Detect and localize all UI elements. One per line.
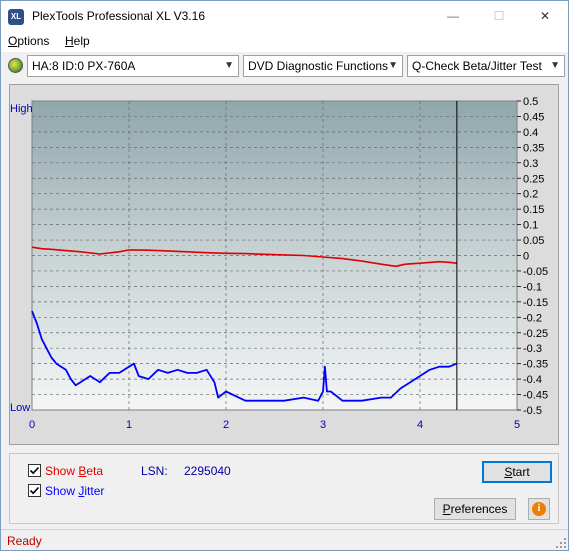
menu-options-label: ptions: [17, 34, 50, 48]
y-tick-label: -0.1: [523, 281, 542, 293]
toolbar: HA:8 ID:0 PX-760A ▼ DVD Diagnostic Funct…: [1, 52, 568, 79]
y-tick-label: 0.5: [523, 96, 538, 108]
maximize-button[interactable]: ☐: [476, 1, 522, 32]
show-jitter-label[interactable]: Show Jitter: [45, 484, 104, 498]
checkmark-icon: [29, 466, 40, 475]
x-tick-label: 0: [29, 419, 35, 431]
x-tick-label: 1: [126, 419, 132, 431]
info-button[interactable]: i: [528, 498, 550, 520]
preferences-button[interactable]: Preferences: [434, 498, 516, 520]
show-jitter-text-a: Show: [45, 484, 79, 498]
y-tick-label: -0.05: [523, 266, 548, 278]
minimize-button[interactable]: —: [430, 1, 476, 32]
x-tick-label: 5: [514, 419, 520, 431]
controls-panel: Show Beta Show Jitter LSN: 2295040 Start…: [9, 453, 559, 524]
show-jitter-checkbox[interactable]: [28, 484, 41, 497]
lsn-label: LSN:: [141, 464, 168, 478]
minimize-icon: —: [447, 9, 459, 23]
y-tick-label: 0.35: [523, 142, 544, 154]
test-select-value: Q-Check Beta/Jitter Test: [412, 59, 542, 73]
y-tick-label: -0.15: [523, 297, 548, 309]
show-jitter-text-b: itter: [84, 484, 105, 498]
y-tick-label: 0.1: [523, 220, 538, 232]
drive-select-value: HA:8 ID:0 PX-760A: [32, 59, 136, 73]
y-tick-label: -0.35: [523, 359, 548, 371]
close-icon: ✕: [539, 9, 551, 23]
y-tick-label: -0.5: [523, 405, 542, 417]
y-tick-label: 0.3: [523, 158, 538, 170]
close-button[interactable]: ✕: [522, 1, 568, 32]
chevron-down-icon: ▼: [224, 60, 234, 71]
show-beta-label[interactable]: Show Beta: [45, 464, 103, 478]
y-tick-label: -0.2: [523, 312, 542, 324]
show-beta-text-b: eta: [86, 464, 104, 478]
lsn-value: 2295040: [184, 464, 231, 478]
show-beta-checkbox[interactable]: [28, 464, 41, 477]
checkmark-icon: [29, 486, 40, 495]
window-title: PlexTools Professional XL V3.16: [32, 9, 205, 23]
drive-select[interactable]: HA:8 ID:0 PX-760A ▼: [27, 55, 239, 77]
menu-help-label: elp: [73, 34, 90, 48]
x-tick-label: 4: [417, 419, 423, 431]
y-tick-label: 0.2: [523, 189, 538, 201]
function-select-value: DVD Diagnostic Functions: [248, 59, 389, 73]
y-tick-label: -0.3: [523, 343, 542, 355]
menu-options-accel: O: [8, 34, 18, 48]
status-bar: Ready: [1, 529, 568, 550]
app-icon: XL: [8, 9, 24, 25]
menu-bar: Options Help: [1, 32, 568, 52]
x-tick-label: 3: [320, 419, 326, 431]
info-icon: i: [532, 502, 546, 516]
show-beta-text-a: Show: [45, 464, 79, 478]
chevron-down-icon: ▼: [550, 60, 560, 71]
menu-options[interactable]: Options: [8, 34, 49, 48]
y-tick-label: 0: [523, 251, 529, 263]
y-tick-label: 0.15: [523, 204, 544, 216]
y-label-high: High: [10, 103, 33, 115]
menu-help-accel: H: [65, 34, 74, 48]
status-text: Ready: [7, 534, 42, 548]
x-tick-label: 2: [223, 419, 229, 431]
y-tick-label: 0.4: [523, 127, 538, 139]
app-window: XL PlexTools Professional XL V3.16 — ☐ ✕…: [0, 0, 569, 551]
preferences-accel: P: [442, 502, 451, 516]
maximize-icon: ☐: [493, 9, 505, 23]
drive-icon: [8, 58, 23, 73]
y-tick-label: 0.05: [523, 235, 544, 247]
function-select[interactable]: DVD Diagnostic Functions ▼: [243, 55, 403, 77]
chevron-down-icon: ▼: [388, 60, 398, 71]
beta-jitter-chart: High Low 0 1 2 3 4 5 0.5 0.45 0.4 0.35 0.3 0.25 0.2…: [10, 85, 558, 444]
start-button[interactable]: Start: [482, 461, 552, 483]
preferences-label: references: [450, 502, 508, 516]
y-tick-label: -0.25: [523, 328, 548, 340]
chart-panel: High Low 0 1 2 3 4 5 0.5 0.45 0.4 0.35 0.3 0.25 0.2…: [9, 84, 559, 445]
y-label-low: Low: [10, 402, 30, 414]
test-select[interactable]: Q-Check Beta/Jitter Test ▼: [407, 55, 565, 77]
title-bar: XL PlexTools Professional XL V3.16 — ☐ ✕: [1, 1, 568, 32]
y-tick-label: 0.45: [523, 111, 544, 123]
start-label: tart: [512, 465, 530, 479]
y-tick-label: 0.25: [523, 173, 544, 185]
menu-help[interactable]: Help: [65, 34, 90, 48]
resize-grip-icon[interactable]: [556, 538, 566, 548]
y-tick-label: -0.4: [523, 374, 542, 386]
y-tick-label: -0.45: [523, 390, 548, 402]
